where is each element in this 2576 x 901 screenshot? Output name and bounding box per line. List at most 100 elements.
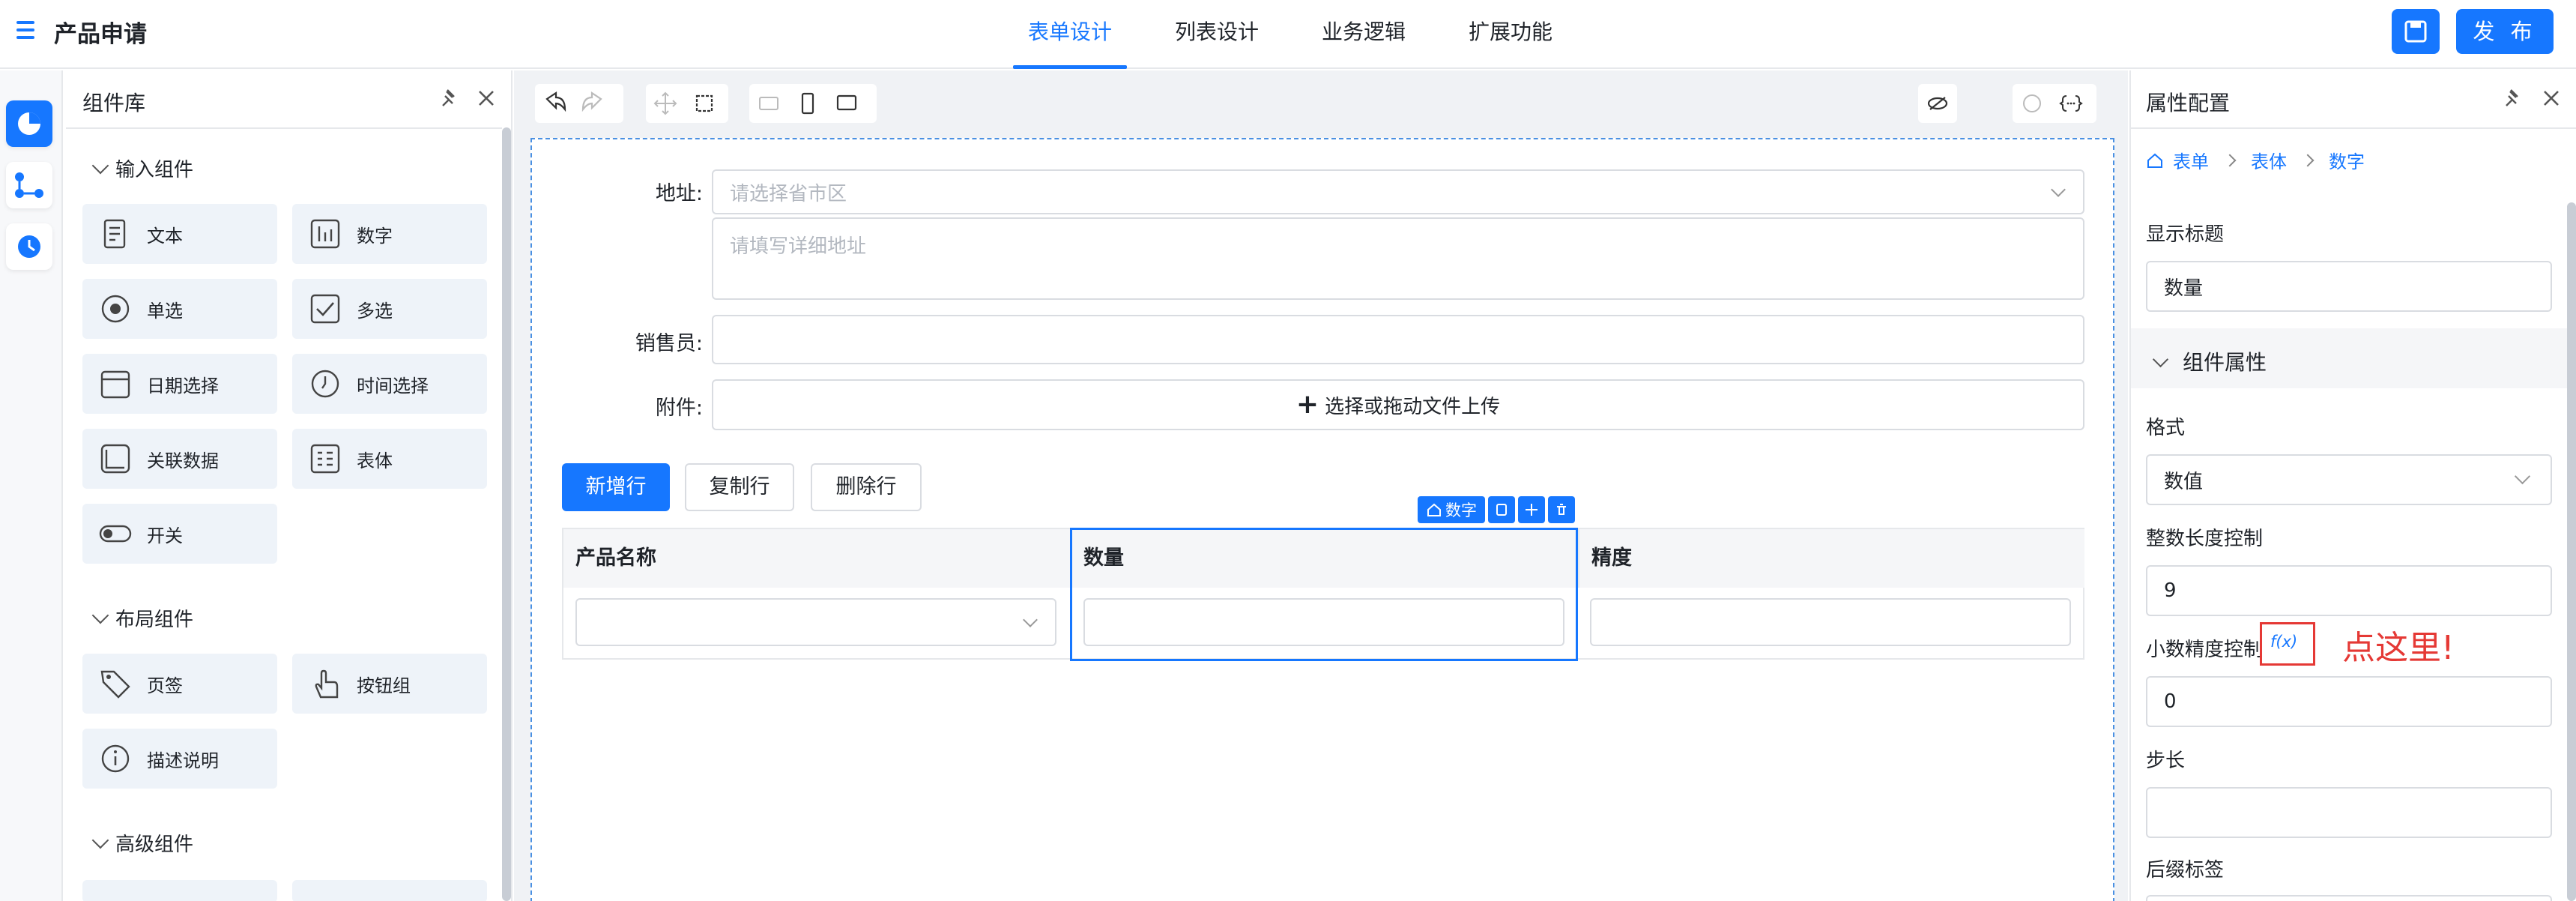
section-advanced-header[interactable]: 高级组件: [91, 829, 193, 857]
chevron-down-icon: [91, 606, 109, 624]
trash-icon: [1557, 504, 1566, 515]
comp-tabs[interactable]: 页签: [82, 654, 277, 714]
attachment-label: 附件:: [655, 397, 703, 420]
decimal-precision-label: 小数精度控制: [2146, 639, 2264, 661]
theme-icon[interactable]: [2013, 84, 2052, 123]
tab-list-design[interactable]: 列表设计: [1143, 0, 1290, 69]
tab-extensions[interactable]: 扩展功能: [1437, 0, 1584, 69]
select-box-icon[interactable]: [685, 84, 724, 123]
step-input[interactable]: [2146, 787, 2552, 838]
close-icon[interactable]: [2540, 87, 2563, 109]
comp-number[interactable]: 数字: [292, 204, 487, 264]
desktop-icon[interactable]: [749, 84, 788, 123]
chevron-down-icon: [2152, 351, 2169, 368]
comp-label: 多选: [357, 300, 393, 322]
library-title: 组件库: [82, 91, 146, 115]
comp-radio[interactable]: 单选: [82, 279, 277, 339]
comp-switch[interactable]: 开关: [82, 504, 277, 564]
pin-icon[interactable]: [2503, 87, 2525, 109]
properties-scrollbar[interactable]: [2567, 202, 2576, 901]
flow-icon: [15, 172, 43, 198]
library-scrollbar[interactable]: [502, 127, 511, 901]
checkbox-icon: [309, 292, 342, 325]
breadcrumb-item[interactable]: 数字: [2329, 147, 2365, 173]
comp-text[interactable]: 文本: [82, 204, 277, 264]
comp-advanced-1[interactable]: [82, 880, 277, 901]
comp-description[interactable]: 描述说明: [82, 729, 277, 789]
icon-rail: [0, 70, 63, 901]
copy-field-button[interactable]: [1488, 496, 1515, 523]
upload-area[interactable]: + 选择或拖动文件上传: [712, 379, 2084, 430]
delete-row-button[interactable]: 删除行: [811, 463, 922, 511]
display-title-input[interactable]: 数量: [2146, 261, 2552, 312]
address-detail-placeholder: 请填写详细地址: [730, 235, 867, 258]
subtable-icon: [309, 442, 342, 475]
rail-history-button[interactable]: [6, 223, 52, 270]
decimal-precision-input[interactable]: 0: [2146, 676, 2552, 727]
comp-time[interactable]: 时间选择: [292, 354, 487, 414]
code-braces-icon[interactable]: [2052, 84, 2090, 123]
move-icon[interactable]: [646, 84, 685, 123]
address-label: 地址:: [655, 182, 703, 205]
comp-button-group[interactable]: 按钮组: [292, 654, 487, 714]
tab-business-logic[interactable]: 业务逻辑: [1290, 0, 1437, 69]
address-detail-textarea[interactable]: 请填写详细地址: [712, 217, 2084, 300]
copy-row-button[interactable]: 复制行: [685, 463, 794, 511]
breadcrumb: 表单 表体 数字: [2146, 147, 2365, 173]
section-input-header[interactable]: 输入组件: [91, 154, 194, 182]
int-length-input[interactable]: 9: [2146, 565, 2552, 616]
chevron-down-icon: [91, 831, 109, 849]
add-row-button[interactable]: 新增行: [562, 463, 670, 511]
comp-related-data[interactable]: 关联数据: [82, 429, 277, 489]
menu-icon[interactable]: [16, 19, 39, 40]
product-select[interactable]: [575, 598, 1056, 646]
column-header-precision[interactable]: 精度: [1579, 529, 2084, 588]
comp-subtable[interactable]: 表体: [292, 429, 487, 489]
rail-flow-button[interactable]: [6, 162, 52, 208]
preview-group: [1918, 84, 1957, 123]
format-label: 格式: [2146, 417, 2186, 439]
comp-advanced-2[interactable]: [292, 880, 487, 901]
region-select[interactable]: 请选择省市区: [712, 169, 2084, 214]
column-header-product[interactable]: 产品名称: [563, 529, 1071, 588]
clock-icon: [309, 367, 342, 400]
move-field-button[interactable]: [1518, 496, 1545, 523]
suffix-input[interactable]: [2146, 895, 2552, 901]
radio-icon: [99, 292, 132, 325]
suffix-label: 后缀标签: [2146, 859, 2225, 882]
field-type-badge[interactable]: 数字: [1418, 496, 1485, 523]
app-title: 产品申请: [54, 21, 147, 48]
breadcrumb-item[interactable]: 表单: [2173, 147, 2209, 173]
eye-off-icon[interactable]: [1918, 84, 1957, 123]
section-input-label: 输入组件: [115, 159, 194, 181]
save-button[interactable]: [2392, 9, 2440, 54]
int-length-label: 整数长度控制: [2146, 528, 2264, 550]
comp-checkbox[interactable]: 多选: [292, 279, 487, 339]
comp-date[interactable]: 日期选择: [82, 354, 277, 414]
rail-form-button[interactable]: [6, 100, 52, 147]
mobile-icon[interactable]: [788, 84, 827, 123]
step-label: 步长: [2146, 750, 2186, 772]
comp-label: 文本: [147, 225, 183, 247]
publish-button[interactable]: 发 布: [2456, 9, 2554, 54]
close-icon[interactable]: [475, 87, 498, 109]
format-select[interactable]: 数值: [2146, 454, 2552, 505]
chevron-down-icon: [1023, 612, 1038, 627]
tab-form-design[interactable]: 表单设计: [997, 0, 1143, 69]
select-group: [646, 84, 728, 123]
region-placeholder: 请选择省市区: [730, 182, 847, 205]
section-layout-header[interactable]: 布局组件: [91, 604, 193, 632]
salesperson-input[interactable]: [712, 315, 2084, 364]
pin-icon[interactable]: [439, 87, 462, 109]
formula-fx-icon: f(x): [2270, 633, 2298, 651]
calendar-icon: [99, 367, 132, 400]
chevron-down-icon: [91, 157, 109, 175]
redo-icon[interactable]: [574, 84, 613, 123]
delete-field-button[interactable]: [1548, 496, 1575, 523]
plus-icon: +: [1295, 389, 1319, 420]
undo-icon[interactable]: [535, 84, 574, 123]
comp-label: 关联数据: [147, 450, 219, 471]
tablet-icon[interactable]: [827, 84, 866, 123]
breadcrumb-item[interactable]: 表体: [2251, 147, 2287, 173]
precision-input[interactable]: [1590, 598, 2071, 646]
